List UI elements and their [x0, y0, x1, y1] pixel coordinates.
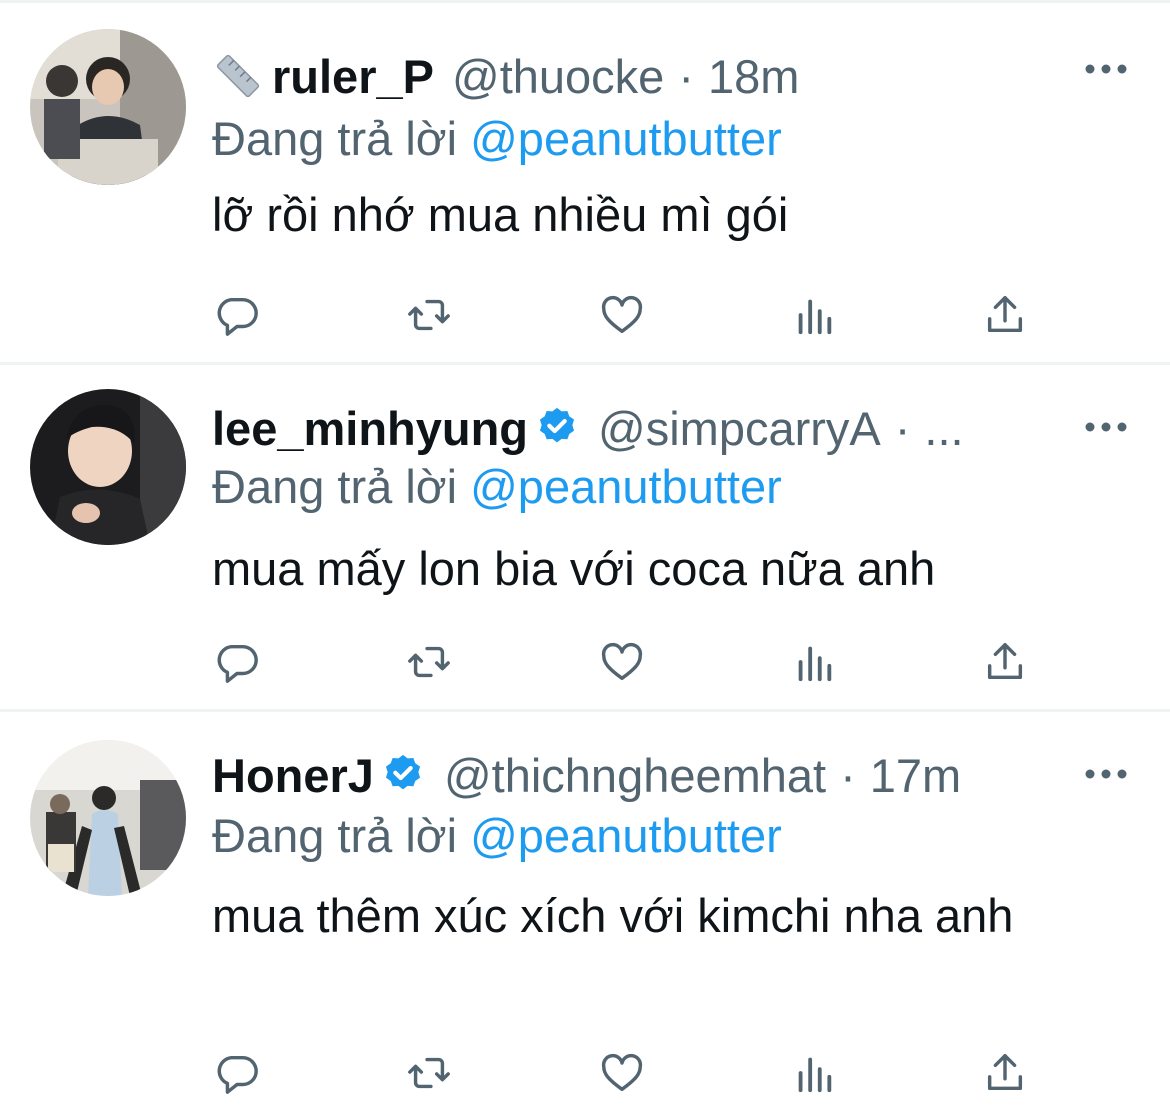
views-icon [798, 646, 832, 682]
retweet-icon [408, 646, 450, 678]
reply-button[interactable] [212, 1048, 262, 1098]
avatar[interactable] [30, 29, 186, 185]
mention-link[interactable]: @peanutbutter [470, 460, 782, 513]
replying-to-label: Đang trả lời [212, 460, 458, 513]
share-icon [987, 1054, 1023, 1091]
ruler-icon [212, 50, 264, 102]
tweet-header: HonerJ @thichngheemhat · 17m [212, 742, 1092, 808]
separator-dot: · [894, 401, 911, 455]
retweet-button[interactable] [404, 637, 454, 687]
avatar[interactable] [30, 740, 186, 896]
share-icon [987, 643, 1023, 680]
replying-to: Đang trả lời @peanutbutter [212, 111, 782, 166]
separator-dot: · [678, 49, 694, 103]
tweet-reply[interactable]: ruler_P @thuocke · 18m Đang trả lời @pea… [0, 3, 1170, 362]
user-handle[interactable]: @thuocke [452, 49, 664, 104]
timestamp[interactable]: ... [924, 401, 963, 456]
verified-badge-icon [380, 752, 426, 798]
like-icon [601, 295, 643, 334]
avatar[interactable] [30, 389, 186, 545]
like-icon [601, 642, 643, 681]
tweet-text: lỡ rồi nhớ mua nhiều mì gói [212, 188, 789, 241]
reply-button[interactable] [212, 637, 262, 687]
tweet-reply[interactable]: lee_minhyung @simpcarryA · ... Đang trả … [0, 365, 1170, 709]
views-icon [798, 1057, 832, 1093]
share-button[interactable] [980, 290, 1030, 340]
action-bar [212, 1048, 1032, 1098]
like-button[interactable] [597, 1048, 647, 1098]
action-bar [212, 637, 1032, 687]
verified-badge-icon [534, 405, 580, 451]
user-handle[interactable]: @thichngheemhat [444, 748, 826, 803]
reply-icon [217, 644, 258, 683]
display-name[interactable]: ruler_P [272, 49, 434, 104]
views-icon [798, 299, 832, 335]
separator-dot: · [840, 748, 856, 802]
timestamp[interactable]: 17m [870, 748, 961, 803]
replying-to: Đang trả lời @peanutbutter [212, 459, 782, 514]
like-button[interactable] [597, 637, 647, 687]
reply-icon [217, 297, 258, 336]
like-button[interactable] [597, 290, 647, 340]
user-handle[interactable]: @simpcarryA [598, 401, 881, 456]
tweet-header: lee_minhyung @simpcarryA · ... [212, 395, 1092, 461]
replying-to-label: Đang trả lời [212, 809, 458, 862]
views-button[interactable] [789, 637, 839, 687]
mention-link[interactable]: @peanutbutter [470, 809, 782, 862]
tweet-text: mua mấy lon bia với coca nữa anh [212, 542, 936, 595]
reply-button[interactable] [212, 290, 262, 340]
retweet-button[interactable] [404, 1048, 454, 1098]
views-button[interactable] [789, 290, 839, 340]
timestamp[interactable]: 18m [708, 49, 799, 104]
views-button[interactable] [789, 1048, 839, 1098]
display-name[interactable]: HonerJ [212, 748, 374, 803]
reply-icon [217, 1055, 258, 1094]
more-icon[interactable] [1084, 766, 1128, 782]
retweet-button[interactable] [404, 290, 454, 340]
share-icon [987, 296, 1023, 333]
replying-to-label: Đang trả lời [212, 112, 458, 165]
action-bar [212, 290, 1032, 340]
share-button[interactable] [980, 1048, 1030, 1098]
like-icon [601, 1053, 643, 1092]
mention-link[interactable]: @peanutbutter [470, 112, 782, 165]
more-icon[interactable] [1084, 419, 1128, 435]
retweet-icon [408, 1057, 450, 1089]
tweet-reply[interactable]: HonerJ @thichngheemhat · 17m Đang trả lờ… [0, 712, 1170, 1120]
tweet-text: mua thêm xúc xích với kimchi nha anh [212, 889, 1014, 942]
display-name[interactable]: lee_minhyung [212, 401, 528, 456]
share-button[interactable] [980, 637, 1030, 687]
replying-to: Đang trả lời @peanutbutter [212, 808, 782, 863]
tweet-header: ruler_P @thuocke · 18m [212, 43, 1092, 109]
retweet-icon [408, 299, 450, 331]
more-icon[interactable] [1084, 61, 1128, 77]
